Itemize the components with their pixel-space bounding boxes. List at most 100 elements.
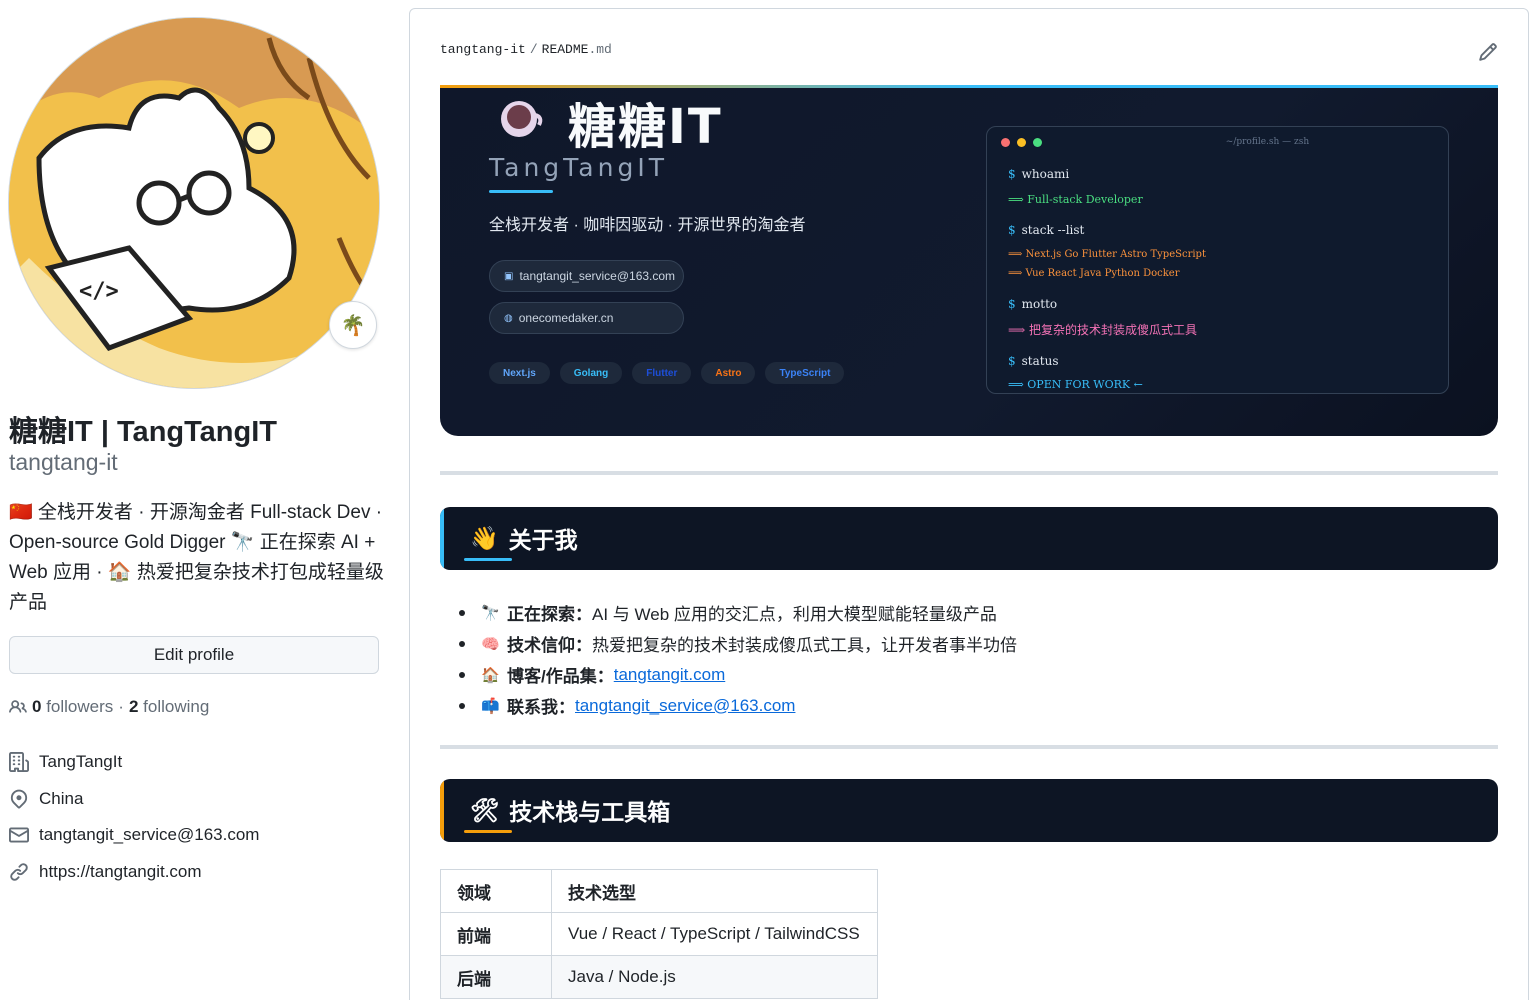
people-icon (9, 700, 27, 713)
profile-location: China (9, 781, 259, 818)
bullet (459, 640, 465, 647)
profile-email[interactable]: tangtangit_service@163.com (9, 817, 259, 854)
about-label: 技术信仰： (507, 636, 592, 655)
about-section-header: 👋 关于我 (440, 507, 1498, 570)
pencil-icon[interactable] (1478, 42, 1498, 62)
email-text[interactable]: tangtangit_service@163.com (39, 825, 259, 845)
hero-email-text: tangtangit_service@163.com (519, 269, 676, 283)
arrow-icon: ⟹ (1008, 378, 1024, 391)
coffee-cup-icon (501, 101, 543, 137)
telescope-icon: 🔭 (481, 604, 500, 622)
arrow-icon: ⟹ (1008, 249, 1023, 260)
envelope-icon: ▣ (504, 270, 514, 282)
about-label: 正在探索： (507, 605, 592, 624)
arrow-icon: ⟹ (1008, 193, 1024, 206)
edit-profile-button[interactable]: Edit profile (9, 636, 379, 674)
prompt-symbol: $ (1008, 223, 1016, 237)
hero-tagline: 全栈开发者 · 咖啡因驱动 · 开源世界的淘金者 (489, 217, 806, 234)
location-text: China (39, 788, 84, 808)
brain-icon: 🧠 (481, 635, 500, 653)
stack-title-text: 技术栈与工具箱 (509, 800, 671, 826)
table-row: 前端 Vue / React / TypeScript / TailwindCS… (440, 912, 878, 956)
bullet (459, 609, 465, 616)
out-text: Full-stack Developer (1027, 193, 1143, 206)
table-cell: Java / Node.js (551, 955, 878, 999)
stack-section-header: 🛠 技术栈与工具箱 (440, 779, 1498, 842)
cmd-text: status (1021, 354, 1059, 368)
avatar[interactable]: </> (8, 17, 380, 389)
followers-link[interactable]: 0 followers (32, 697, 113, 717)
mailbox-icon: 📫 (481, 697, 500, 715)
terminal-out-stack-1: ⟹ Next.js Go Flutter Astro TypeScript (1008, 249, 1206, 260)
terminal-out-status: ⟹ OPEN FOR WORK ← (1008, 378, 1143, 391)
tech-stack-table: 领域 技术选型 前端 Vue / React / TypeScript / Ta… (440, 869, 878, 999)
table-header-row: 领域 技术选型 (440, 869, 878, 913)
cmd-text: whoami (1021, 167, 1070, 181)
website-text[interactable]: https://tangtangit.com (39, 862, 202, 882)
out-text: OPEN FOR WORK ← (1027, 378, 1143, 391)
terminal-cmd-motto: $ motto (1008, 297, 1057, 311)
about-item-exploring: 🔭 正在探索： AI 与 Web 应用的交汇点，利用大模型赋能轻量级产品 (459, 597, 1017, 628)
organization-icon (9, 752, 29, 773)
readme-container: tangtang-it / README.md 糖糖IT TangTangIT 全栈… (409, 8, 1529, 1000)
badge-typescript[interactable]: TypeScript (765, 362, 845, 384)
company-text: TangTangIt (39, 752, 123, 772)
terminal-cmd-stack: $ stack --list (1008, 223, 1084, 237)
about-label: 博客/作品集： (507, 667, 614, 686)
palm-tree-icon: 🌴 (340, 314, 366, 337)
profile-website[interactable]: https://tangtangit.com (9, 854, 259, 891)
blog-link[interactable]: tangtangit.com (614, 665, 726, 685)
header-accent-bar (440, 507, 444, 570)
section-divider (440, 471, 1498, 475)
hero-underline (489, 190, 553, 193)
house-icon: 🏠 (481, 666, 500, 684)
header-accent-bar (440, 779, 444, 842)
badge-nextjs[interactable]: Next.js (489, 362, 550, 384)
followers-count: 0 (32, 697, 42, 716)
stack-section-title: 🛠 技术栈与工具箱 (470, 793, 670, 827)
profile-username: tangtang-it (9, 449, 118, 475)
profile-bio: 🇨🇳 全栈开发者 · 开源淘金者 Full-stack Dev · Open-s… (9, 502, 384, 613)
profile-sidebar: </> 🌴 糖糖IT | TangTangIT tangtang-it 🇨🇳 全… (0, 0, 400, 1000)
hero-email-pill[interactable]: ▣ tangtangit_service@163.com (489, 260, 684, 292)
avatar-container: </> 🌴 (8, 17, 380, 389)
following-link[interactable]: 2 following (129, 697, 209, 717)
terminal-title: ~/profile.sh — zsh (1225, 137, 1310, 147)
svg-text:</>: </> (79, 279, 119, 304)
hero-title: 糖糖IT (568, 99, 723, 155)
readme-path: tangtang-it / README.md (440, 42, 612, 57)
tools-icon: 🛠 (470, 797, 500, 824)
readme-filename: README (541, 42, 589, 57)
terminal-out-whoami: ⟹ Full-stack Developer (1008, 193, 1143, 206)
hero-website-pill[interactable]: ◍ onecomedaker.cn (489, 302, 684, 334)
profile-details: TangTangIt China tangtangit_service@163.… (9, 744, 259, 890)
about-list: 🔭 正在探索： AI 与 Web 应用的交汇点，利用大模型赋能轻量级产品 🧠 技… (459, 597, 1017, 721)
header-underline (464, 830, 512, 833)
about-item-contact: 📫 联系我： tangtangit_service@163.com (459, 690, 1017, 721)
follow-stats: 0 followers · 2 following (9, 697, 209, 717)
bullet (459, 702, 465, 709)
arrow-icon: ⟹ (1008, 323, 1026, 337)
about-text: AI 与 Web 应用的交汇点，利用大模型赋能轻量级产品 (592, 605, 997, 624)
mail-icon (9, 827, 29, 843)
badge-golang[interactable]: Golang (559, 362, 623, 384)
readme-owner-link[interactable]: tangtang-it (440, 42, 526, 57)
contact-email-link[interactable]: tangtangit_service@163.com (575, 696, 795, 716)
hero-website-text: onecomedaker.cn (518, 311, 614, 325)
avatar-illustration: </> (9, 18, 379, 388)
follow-separator: · (118, 697, 124, 716)
about-item-belief: 🧠 技术信仰： 热爱把复杂的技术封装成傻瓜式工具，让开发者事半功倍 (459, 628, 1017, 659)
arrow-icon: ⟹ (1008, 268, 1023, 279)
cmd-text: stack --list (1021, 223, 1085, 237)
status-emoji-button[interactable]: 🌴 (329, 301, 377, 349)
hero-subtitle: TangTangIT (489, 153, 668, 182)
out-text: Next.js Go Flutter Astro TypeScript (1025, 249, 1206, 260)
link-icon (10, 862, 28, 881)
badge-flutter[interactable]: Flutter (632, 362, 692, 384)
table-cell: 后端 (440, 955, 552, 999)
table-cell: 前端 (440, 912, 552, 956)
table-header-cell: 领域 (440, 869, 552, 913)
cmd-text: motto (1021, 297, 1058, 311)
badge-astro[interactable]: Astro (701, 362, 756, 384)
about-label: 联系我： (507, 698, 575, 717)
